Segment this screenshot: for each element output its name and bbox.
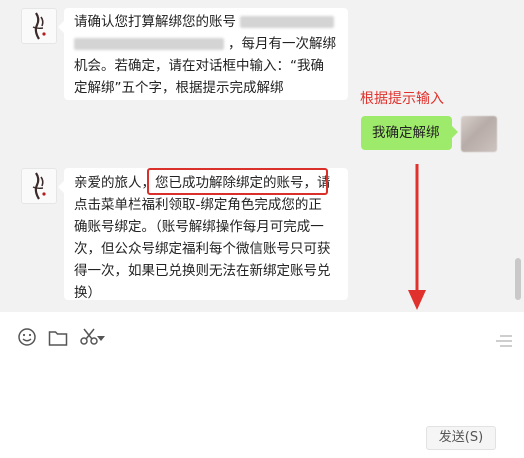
chevron-down-icon[interactable] [97, 336, 105, 342]
emoji-icon[interactable] [17, 327, 37, 347]
message-line: 请确认您打算解绑您的账号 [74, 11, 338, 33]
user-avatar[interactable] [461, 116, 497, 152]
message-line: 换） [74, 285, 101, 301]
message-line: 点击菜单栏福利领取-绑定角色完成您的正 [74, 197, 322, 213]
folder-icon[interactable] [48, 329, 68, 347]
send-button[interactable]: 发送(S) [426, 426, 496, 450]
redacted-account [74, 38, 224, 50]
contact-avatar[interactable] [21, 168, 57, 204]
arrow-down-icon [408, 164, 426, 310]
calligraphy-logo-icon [32, 12, 46, 40]
redacted-account [240, 16, 334, 28]
message-text: 我确定解绑 [372, 125, 440, 141]
message-input[interactable] [0, 352, 524, 422]
calligraphy-logo-icon [32, 172, 46, 200]
message-line: 机会。若确定，请在对话框中输入：“我确 [74, 58, 324, 74]
message-line: 定解绑”五个字，根据提示完成解绑 [74, 80, 284, 96]
annotation-label: 根据提示输入 [360, 91, 444, 107]
chat-scrollbar[interactable] [515, 258, 521, 300]
scissors-icon[interactable] [79, 327, 99, 347]
history-icon[interactable] [494, 334, 514, 348]
message-line: 确账号绑定。（账号解绑操作每月可完成一 [74, 219, 324, 235]
message-bubble-confirm[interactable]: 请确认您打算解绑您的账号 ，每月有一次解绑 机会。若确定，请在对话框中输入：“我… [58, 8, 348, 100]
input-toolbar [0, 312, 524, 352]
contact-avatar[interactable] [21, 8, 57, 44]
chat-history[interactable]: 请确认您打算解绑您的账号 ，每月有一次解绑 机会。若确定，请在对话框中输入：“我… [0, 0, 524, 312]
highlight-box [147, 168, 328, 195]
message-line: ，每月有一次解绑 [74, 33, 338, 55]
message-line: 次，但公众号绑定福利每个微信账号只可获 [74, 241, 331, 257]
message-bubble-self[interactable]: 我确定解绑 [361, 116, 458, 150]
message-line: 得一次，如果已兑换则无法在新绑定账号兑 [74, 263, 331, 279]
